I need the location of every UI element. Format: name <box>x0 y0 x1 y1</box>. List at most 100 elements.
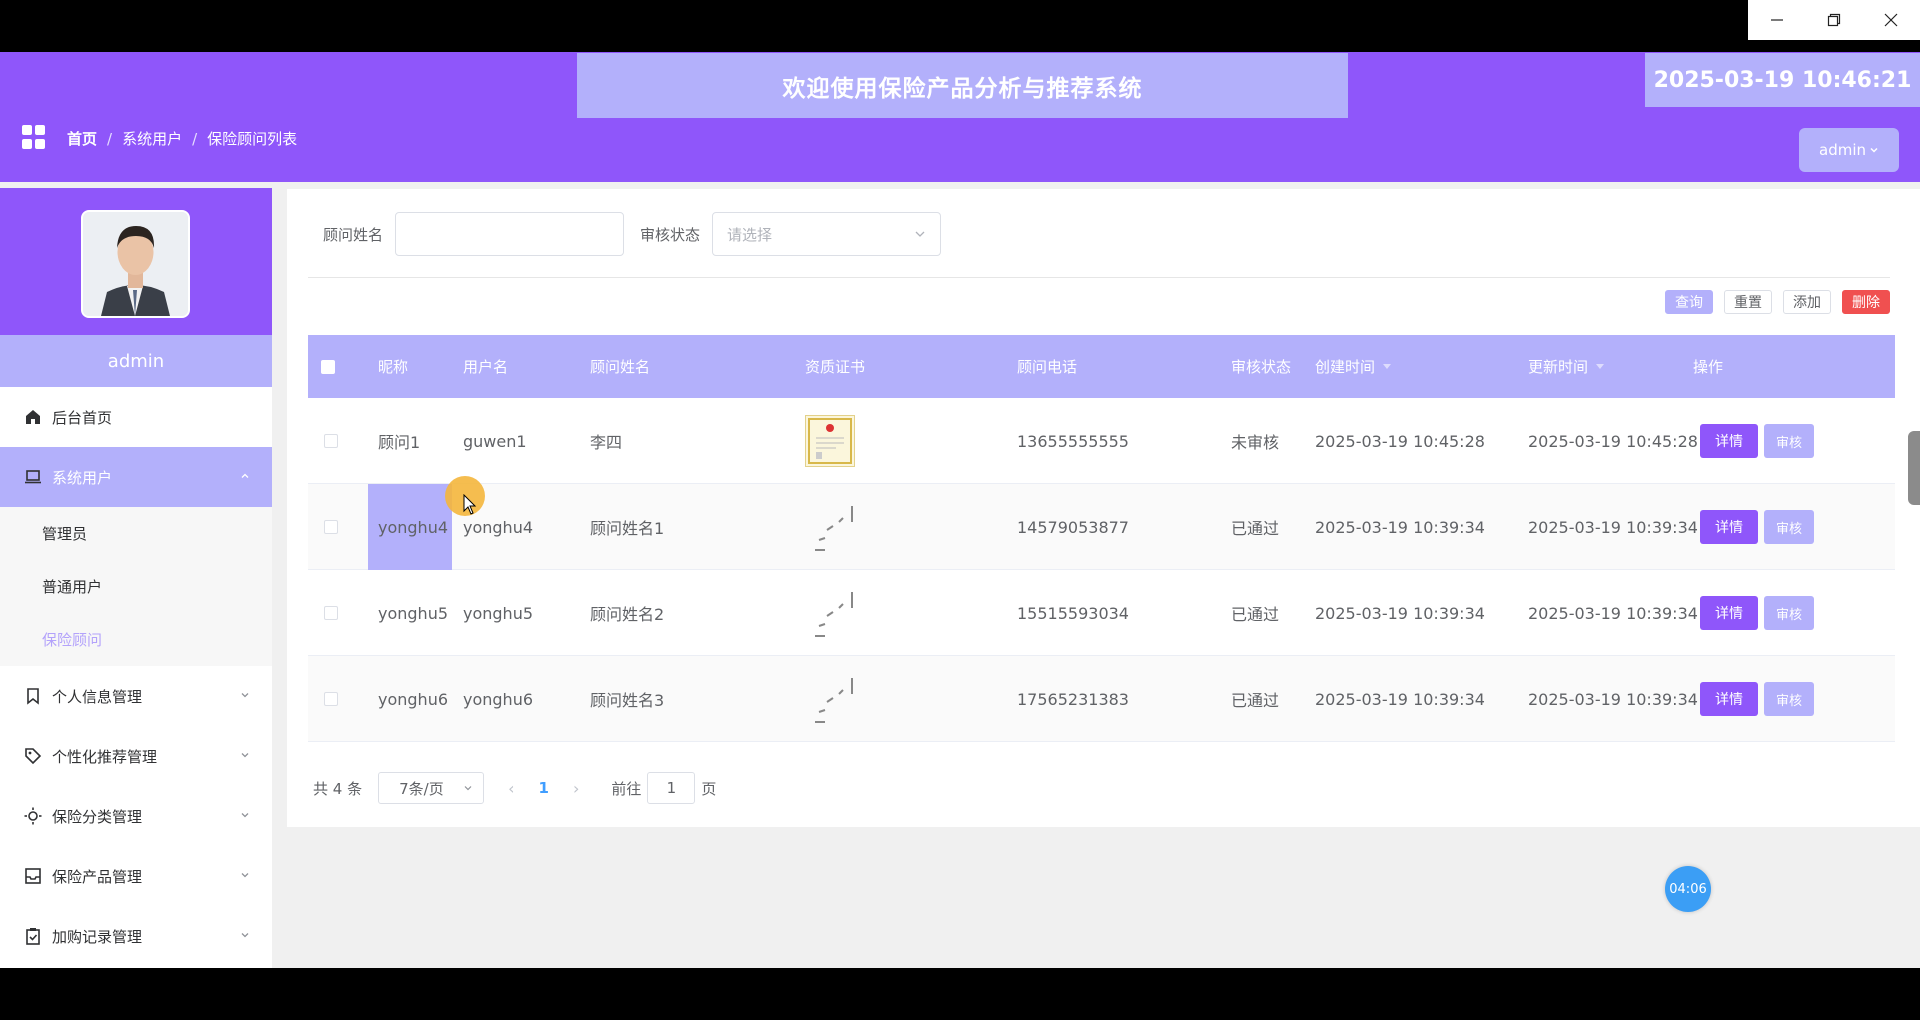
grid-menu-icon[interactable] <box>22 125 46 149</box>
review-status-select[interactable]: 请选择 <box>712 212 942 256</box>
sidebar-item-recommendation[interactable]: 个性化推荐管理 <box>0 726 272 786</box>
chevron-down-icon <box>1870 147 1878 153</box>
sidebar-subitem-users[interactable]: 普通用户 <box>0 560 272 613</box>
delete-button[interactable]: 删除 <box>1842 290 1890 314</box>
breadcrumb-home[interactable]: 首页 <box>67 128 97 149</box>
loading-spinner-icon <box>815 592 853 637</box>
certificate-thumbnail[interactable] <box>805 415 855 467</box>
cell-advisor-name: 顾问姓名2 <box>590 605 665 624</box>
chevron-down-icon <box>241 813 249 818</box>
cell-nickname: yonghu5 <box>378 603 449 623</box>
cell-created: 2025-03-19 10:39:34 <box>1315 689 1485 709</box>
cell-certificate <box>805 656 855 742</box>
breadcrumb-current: 保险顾问列表 <box>207 130 298 148</box>
column-header-phone: 顾问电话 <box>1017 358 1078 376</box>
cell-phone: 14579053877 <box>1017 517 1129 537</box>
audit-button[interactable]: 审核 <box>1764 424 1814 458</box>
restore-icon <box>1827 13 1840 27</box>
avatar-portrait-icon <box>83 212 188 316</box>
sidebar-item-profile[interactable]: 个人信息管理 <box>0 666 272 726</box>
sidebar-item-dashboard[interactable]: 后台首页 <box>0 387 272 447</box>
row-checkbox[interactable] <box>324 606 338 620</box>
restore-button[interactable] <box>1805 0 1862 40</box>
column-header-label: 更新时间 <box>1528 358 1589 376</box>
search-filters: 顾问姓名 审核状态 请选择 <box>323 212 942 256</box>
chevron-down-icon <box>464 786 472 791</box>
chevron-down-icon <box>241 753 249 758</box>
laptop-icon <box>25 470 41 484</box>
audit-button[interactable]: 审核 <box>1764 510 1814 544</box>
sidebar-username: admin <box>0 335 272 387</box>
recording-timer[interactable]: 04:06 <box>1665 866 1711 912</box>
cell-status: 已通过 <box>1231 605 1280 624</box>
sidebar-subitem-admins[interactable]: 管理员 <box>0 507 272 560</box>
add-button[interactable]: 添加 <box>1783 290 1831 314</box>
cell-certificate <box>805 398 855 484</box>
table-row: 顾问1 guwen1 李四 13655555555 未审核 2025-03-19… <box>308 398 1895 484</box>
row-checkbox[interactable] <box>324 692 338 706</box>
window-controls <box>1748 0 1920 40</box>
cell-updated: 2025-03-19 10:39:34 <box>1528 517 1698 537</box>
chevron-down-icon <box>241 933 249 938</box>
cell-certificate <box>805 484 855 570</box>
cell-phone: 13655555555 <box>1017 431 1129 451</box>
sidebar-item-label: 保险分类管理 <box>52 807 143 826</box>
breadcrumb-system-users[interactable]: 系统用户 <box>122 128 182 149</box>
cell-username: guwen1 <box>463 431 527 451</box>
sort-icon <box>1596 364 1605 369</box>
side-drawer-handle[interactable] <box>1908 431 1920 505</box>
sidebar-item-category[interactable]: 保险分类管理 <box>0 786 272 846</box>
cell-username: yonghu5 <box>463 603 534 623</box>
sun-icon <box>24 807 42 825</box>
sort-icon <box>1383 364 1392 369</box>
cell-created: 2025-03-19 10:39:34 <box>1315 603 1485 623</box>
detail-button[interactable]: 详情 <box>1700 510 1758 544</box>
next-page-icon[interactable]: › <box>573 779 579 798</box>
sidebar-item-products[interactable]: 保险产品管理 <box>0 846 272 906</box>
cell-created: 2025-03-19 10:45:28 <box>1315 431 1485 451</box>
chevron-down-icon <box>915 231 925 237</box>
select-all-checkbox[interactable] <box>321 360 335 374</box>
prev-page-icon[interactable]: ‹ <box>508 779 514 798</box>
detail-button[interactable]: 详情 <box>1700 682 1758 716</box>
cell-advisor-name: 顾问姓名3 <box>590 691 665 710</box>
cell-status: 未审核 <box>1231 433 1280 452</box>
detail-button[interactable]: 详情 <box>1700 596 1758 630</box>
tag-icon <box>25 748 42 765</box>
page-size-select[interactable]: 7条/页 <box>378 772 485 804</box>
mouse-cursor-icon <box>463 494 477 515</box>
user-dropdown-button[interactable]: admin <box>1799 128 1899 172</box>
advisor-table: 昵称 用户名 顾问姓名 资质证书 顾问电话 审核状态 创建时间 更新时间 操作 … <box>308 335 1895 753</box>
sidebar-item-system-users[interactable]: 系统用户 <box>0 447 272 507</box>
loading-spinner-icon <box>815 506 853 551</box>
column-header-status: 审核状态 <box>1231 358 1292 376</box>
cell-advisor-name: 顾问姓名1 <box>590 519 665 538</box>
app-window: 欢迎使用保险产品分析与推荐系统 2025-03-19 10:46:21 首页 /… <box>0 52 1920 968</box>
minimize-button[interactable] <box>1748 0 1805 40</box>
row-checkbox[interactable] <box>324 520 338 534</box>
cell-actions: 详情 审核 <box>1700 484 1814 570</box>
page-number-current[interactable]: 1 <box>539 779 549 797</box>
breadcrumb-separator: / <box>107 129 113 148</box>
sidebar-subitem-advisors[interactable]: 保险顾问 <box>0 613 272 666</box>
sidebar-item-cart-records[interactable]: 加购记录管理 <box>0 906 272 966</box>
goto-page-input[interactable]: 1 <box>647 772 696 804</box>
column-header-updated[interactable]: 更新时间 <box>1528 335 1605 398</box>
clipboard-check-icon <box>26 928 40 945</box>
advisor-name-input[interactable] <box>395 212 625 256</box>
row-checkbox[interactable] <box>324 434 338 448</box>
query-button[interactable]: 查询 <box>1665 290 1713 314</box>
close-button[interactable] <box>1862 0 1919 40</box>
reset-button[interactable]: 重置 <box>1724 290 1772 314</box>
detail-button[interactable]: 详情 <box>1700 424 1758 458</box>
column-header-created[interactable]: 创建时间 <box>1315 335 1392 398</box>
cell-actions: 详情 审核 <box>1700 398 1814 484</box>
welcome-banner: 欢迎使用保险产品分析与推荐系统 <box>577 53 1348 118</box>
audit-button[interactable]: 审核 <box>1764 596 1814 630</box>
sidebar-item-label: 加购记录管理 <box>52 927 143 946</box>
cell-updated: 2025-03-19 10:39:34 <box>1528 603 1698 623</box>
close-icon <box>1884 13 1897 27</box>
audit-button[interactable]: 审核 <box>1764 682 1814 716</box>
select-placeholder: 请选择 <box>727 225 773 244</box>
page-jump: 前往 1 页 <box>611 772 716 804</box>
